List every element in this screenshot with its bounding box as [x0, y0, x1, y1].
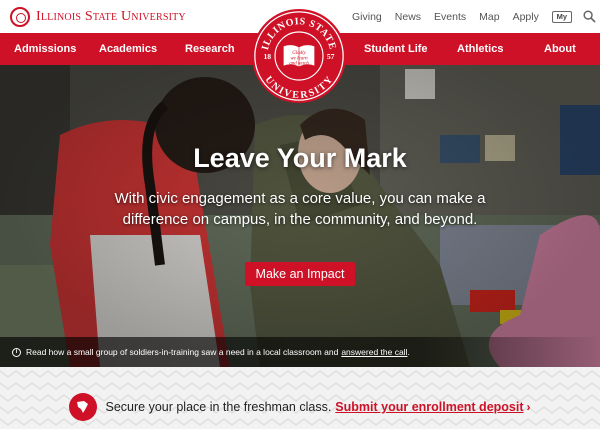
- seal-year-right: 57: [327, 52, 335, 61]
- answered-the-call-link[interactable]: answered the call: [341, 347, 407, 357]
- brand-name: Illinois State University: [36, 9, 186, 24]
- nav-item-admissions[interactable]: Admissions: [14, 43, 76, 55]
- enrollment-strip: Secure your place in the freshman class.…: [0, 367, 600, 429]
- chevron-right-icon: ›: [526, 400, 531, 414]
- seal-motto-line-2: we learn: [290, 56, 308, 61]
- utility-link-map[interactable]: Map: [479, 11, 499, 23]
- nav-item-research[interactable]: Research: [185, 43, 235, 55]
- caption-period: .: [407, 347, 410, 357]
- nav-item-athletics[interactable]: Athletics: [457, 43, 503, 55]
- hero-banner: Leave Your Mark With civic engagement as…: [0, 65, 600, 367]
- utility-link-giving[interactable]: Giving: [352, 11, 382, 23]
- university-seal-icon: [10, 7, 30, 27]
- utility-link-apply[interactable]: Apply: [513, 11, 539, 23]
- info-icon: i: [12, 347, 21, 357]
- seal-year-left: 18: [263, 52, 271, 61]
- my-portal-button[interactable]: My: [551, 10, 572, 23]
- hero-caption: i Read how a small group of soldiers-in-…: [0, 337, 600, 367]
- make-an-impact-button[interactable]: Make an Impact: [245, 262, 355, 286]
- search-icon[interactable]: [583, 10, 596, 23]
- utility-nav: Giving News Events Map Apply My: [352, 10, 596, 23]
- nav-item-academics[interactable]: Academics: [99, 43, 157, 55]
- university-seal-logo[interactable]: ILLINOIS STATE UNIVERSITY 18 57 Gladly w…: [251, 8, 347, 104]
- enrollment-text: Secure your place in the freshman class.: [105, 400, 332, 414]
- submit-enrollment-deposit-link[interactable]: Submit your enrollment deposit: [335, 400, 523, 414]
- brand-logo-link[interactable]: Illinois State University: [10, 7, 186, 27]
- nav-item-about[interactable]: About: [544, 43, 576, 55]
- seal-motto-line-1: Gladly: [292, 51, 306, 56]
- utility-link-news[interactable]: News: [395, 11, 421, 23]
- illinois-state-map-icon: [69, 393, 98, 421]
- nav-item-student-life[interactable]: Student Life: [364, 43, 428, 55]
- hero-headline: Leave Your Mark: [193, 143, 407, 173]
- hero-body: With civic engagement as a core value, y…: [114, 190, 486, 228]
- utility-link-events[interactable]: Events: [434, 11, 466, 23]
- seal-motto-line-3: and teach: [289, 62, 309, 67]
- caption-text: Read how a small group of soldiers-in-tr…: [26, 347, 339, 357]
- enrollment-callout: Secure your place in the freshman class.…: [0, 393, 600, 421]
